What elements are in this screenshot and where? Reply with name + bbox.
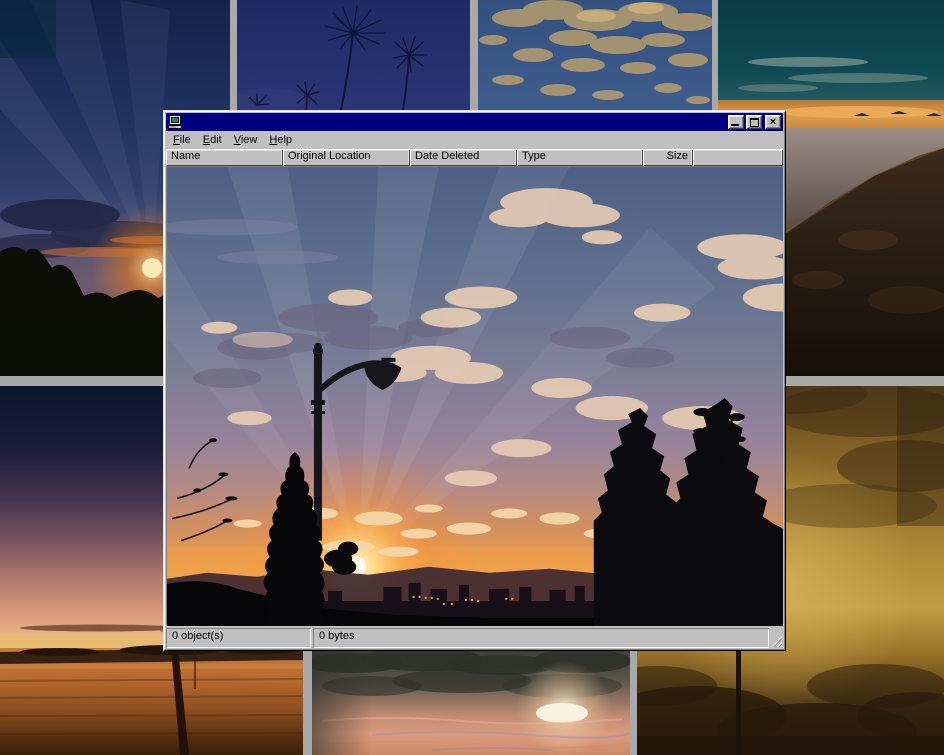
status-object-count: 0 object(s) <box>166 628 311 648</box>
window-titlebar[interactable]: × <box>166 113 783 131</box>
column-header-row: Name Original Location Date Deleted Type… <box>166 149 783 166</box>
menu-file[interactable]: File <box>167 132 197 148</box>
computer-icon <box>168 115 182 129</box>
sunset-lamp-photo <box>167 167 783 626</box>
column-header-original-location[interactable]: Original Location <box>283 149 410 166</box>
status-byte-count: 0 bytes <box>313 628 769 648</box>
column-header-size[interactable]: Size <box>643 149 693 166</box>
photo-tile-dried-flowers <box>237 0 470 110</box>
resize-grip[interactable] <box>770 628 783 648</box>
minimize-button[interactable] <box>728 115 744 129</box>
column-header-type[interactable]: Type <box>517 149 643 166</box>
menu-view[interactable]: View <box>228 132 264 148</box>
photo-tile-water-reflection <box>312 651 630 755</box>
close-button[interactable]: × <box>765 115 781 129</box>
photo-tile-corner <box>0 0 56 58</box>
file-list-area[interactable] <box>166 166 783 626</box>
recycle-bin-window: × File Edit View Help Name Original Loca… <box>163 110 786 651</box>
maximize-button[interactable] <box>746 115 762 129</box>
menu-help[interactable]: Help <box>263 132 298 148</box>
column-header-filler <box>693 149 783 166</box>
menu-bar: File Edit View Help <box>166 131 783 149</box>
column-header-name[interactable]: Name <box>166 149 283 166</box>
status-bar: 0 object(s) 0 bytes <box>166 628 783 648</box>
close-icon: × <box>770 117 776 127</box>
minimize-icon <box>731 124 739 126</box>
photo-tile-cloud-sky <box>478 0 712 110</box>
maximize-icon <box>750 118 759 127</box>
column-header-date-deleted[interactable]: Date Deleted <box>410 149 517 166</box>
menu-edit[interactable]: Edit <box>197 132 228 148</box>
